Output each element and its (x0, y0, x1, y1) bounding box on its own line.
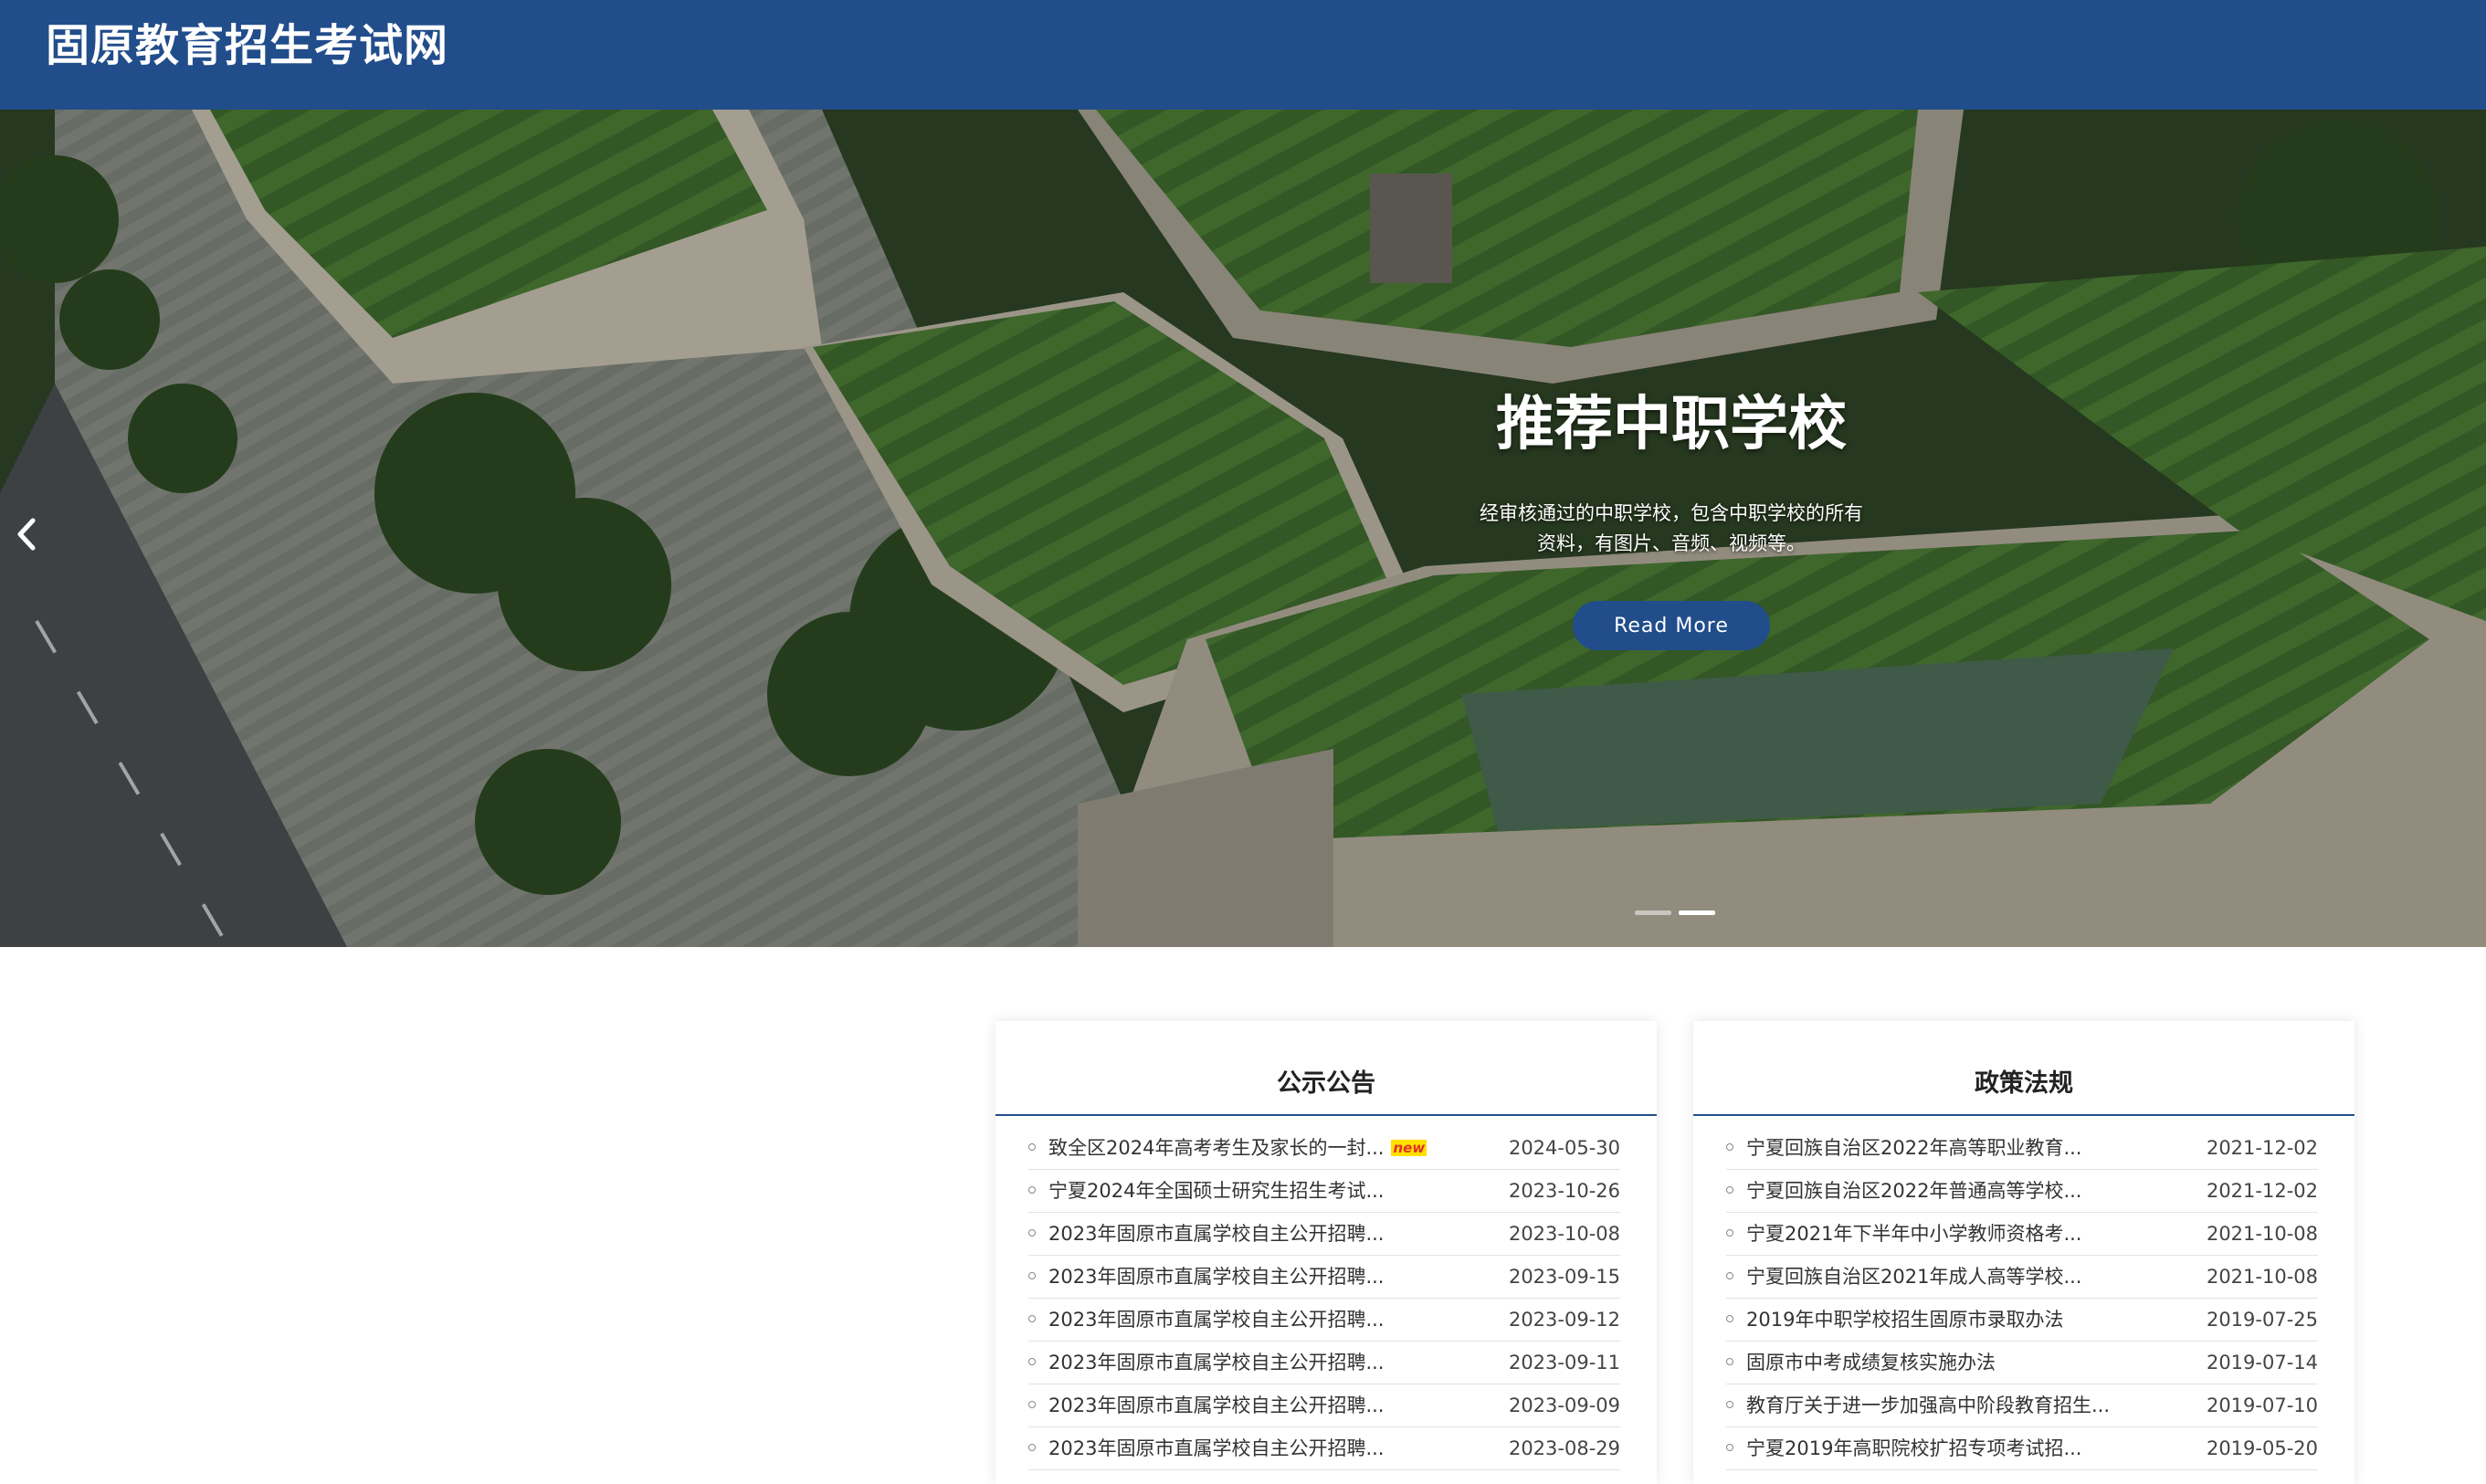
list-item[interactable]: 2019年中职学校招生固原市录取办法 2019-07-25 (1726, 1299, 2318, 1342)
policies-list: 宁夏回族自治区2022年高等职业教育... 2021-12-02 宁夏回族自治区… (1693, 1116, 2354, 1470)
policy-date: 2019-07-25 (2206, 1309, 2318, 1331)
hero-carousel: 推荐中职学校 经审核通过的中职学校，包含中职学校的所有资料，有图片、音频、视频等… (0, 110, 2486, 947)
list-item[interactable]: 宁夏2021年下半年中小学教师资格考... 2021-10-08 (1726, 1213, 2318, 1256)
new-badge: new (1391, 1140, 1427, 1156)
list-item[interactable]: 2023年固原市直属学校自主公开招聘... 2023-09-11 (1028, 1342, 1620, 1384)
hero-heading: 推荐中职学校 (1496, 391, 1847, 458)
notices-panel: 公示公告 致全区2024年高考考生及家长的一封... new 2024-05-30… (995, 1021, 1657, 1484)
bullet-circle-icon (1028, 1444, 1036, 1451)
policy-date: 2021-12-02 (2206, 1137, 2318, 1159)
policy-title[interactable]: 教育厅关于进一步加强高中阶段教育招生... (1746, 1384, 2110, 1426)
hero-description: 经审核通过的中职学校，包含中职学校的所有资料，有图片、音频、视频等。 (1480, 502, 1863, 554)
bullet-circle-icon (1028, 1358, 1036, 1365)
hero-overlay (0, 110, 2486, 947)
policy-date: 2021-10-08 (2206, 1223, 2318, 1245)
list-item[interactable]: 教育厅关于进一步加强高中阶段教育招生... 2019-07-10 (1726, 1384, 2318, 1427)
bullet-circle-icon (1726, 1401, 1733, 1408)
site-title[interactable]: 固原教育招生考试网 (46, 16, 448, 75)
notice-title[interactable]: 2023年固原市直属学校自主公开招聘... (1048, 1342, 1384, 1384)
notice-title[interactable]: 宁夏2024年全国硕士研究生招生考试... (1048, 1170, 1384, 1212)
carousel-indicator-2-active[interactable] (1679, 910, 1715, 915)
site-header: 固原教育招生考试网 (0, 0, 2486, 110)
notice-title[interactable]: 2023年固原市直属学校自主公开招聘... (1048, 1384, 1384, 1426)
list-item[interactable]: 宁夏回族自治区2021年成人高等学校... 2021-10-08 (1726, 1256, 2318, 1299)
hero-caption: 推荐中职学校 经审核通过的中职学校，包含中职学校的所有资料，有图片、音频、视频等… (1425, 384, 1918, 650)
notices-list: 致全区2024年高考考生及家长的一封... new 2024-05-30 宁夏20… (995, 1116, 1657, 1470)
chevron-left-icon (17, 518, 36, 551)
notice-date: 2023-09-15 (1508, 1266, 1620, 1288)
notice-title[interactable]: 2023年固原市直属学校自主公开招聘... (1048, 1256, 1384, 1298)
policy-date: 2019-07-14 (2206, 1352, 2318, 1373)
list-item[interactable]: 宁夏回族自治区2022年高等职业教育... 2021-12-02 (1726, 1127, 2318, 1170)
policies-panel: 政策法规 宁夏回族自治区2022年高等职业教育... 2021-12-02 宁夏… (1693, 1021, 2354, 1484)
notice-date: 2023-10-26 (1508, 1180, 1620, 1202)
read-more-button[interactable]: Read More (1573, 601, 1770, 650)
policy-title[interactable]: 宁夏回族自治区2021年成人高等学校... (1746, 1256, 2081, 1298)
list-item[interactable]: 宁夏2019年高职院校扩招专项考试招... 2019-05-20 (1726, 1427, 2318, 1470)
notice-date: 2023-10-08 (1508, 1223, 1620, 1245)
policies-panel-title[interactable]: 政策法规 (1693, 1021, 2354, 1116)
policy-date: 2019-05-20 (2206, 1437, 2318, 1459)
notice-date: 2023-09-09 (1508, 1395, 1620, 1416)
policy-title[interactable]: 2019年中职学校招生固原市录取办法 (1746, 1299, 2063, 1341)
list-item[interactable]: 2023年固原市直属学校自主公开招聘... 2023-10-08 (1028, 1213, 1620, 1256)
bullet-circle-icon (1028, 1229, 1036, 1237)
bullet-circle-icon (1028, 1143, 1036, 1151)
bullet-circle-icon (1028, 1315, 1036, 1322)
policy-date: 2021-12-02 (2206, 1180, 2318, 1202)
bullet-circle-icon (1726, 1272, 1733, 1279)
notice-date: 2023-08-29 (1508, 1437, 1620, 1459)
list-item[interactable]: 2023年固原市直属学校自主公开招聘... 2023-08-29 (1028, 1427, 1620, 1470)
list-item[interactable]: 2023年固原市直属学校自主公开招聘... 2023-09-09 (1028, 1384, 1620, 1427)
policy-title[interactable]: 宁夏2019年高职院校扩招专项考试招... (1746, 1427, 2081, 1469)
policy-title[interactable]: 宁夏2021年下半年中小学教师资格考... (1746, 1213, 2081, 1255)
notice-title[interactable]: 致全区2024年高考考生及家长的一封... new (1048, 1127, 1427, 1169)
carousel-prev-button[interactable] (7, 502, 44, 566)
policy-date: 2021-10-08 (2206, 1266, 2318, 1288)
list-item[interactable]: 固原市中考成绩复核实施办法 2019-07-14 (1726, 1342, 2318, 1384)
list-item[interactable]: 2023年固原市直属学校自主公开招聘... 2023-09-12 (1028, 1299, 1620, 1342)
notices-panel-title[interactable]: 公示公告 (995, 1021, 1657, 1116)
policy-title[interactable]: 宁夏回族自治区2022年普通高等学校... (1746, 1170, 2081, 1212)
notice-date: 2023-09-12 (1508, 1309, 1620, 1331)
notice-date: 2023-09-11 (1508, 1352, 1620, 1373)
bullet-circle-icon (1726, 1143, 1733, 1151)
list-item[interactable]: 致全区2024年高考考生及家长的一封... new 2024-05-30 (1028, 1127, 1620, 1170)
list-item[interactable]: 宁夏回族自治区2022年普通高等学校... 2021-12-02 (1726, 1170, 2318, 1213)
carousel-indicator-1[interactable] (1635, 910, 1671, 915)
policy-date: 2019-07-10 (2206, 1395, 2318, 1416)
notice-date: 2024-05-30 (1508, 1137, 1620, 1159)
notice-title[interactable]: 2023年固原市直属学校自主公开招聘... (1048, 1427, 1384, 1469)
bullet-circle-icon (1028, 1272, 1036, 1279)
bullet-circle-icon (1726, 1186, 1733, 1194)
bullet-circle-icon (1028, 1186, 1036, 1194)
notice-title[interactable]: 2023年固原市直属学校自主公开招聘... (1048, 1299, 1384, 1341)
bullet-circle-icon (1726, 1444, 1733, 1451)
list-item[interactable]: 宁夏2024年全国硕士研究生招生考试... 2023-10-26 (1028, 1170, 1620, 1213)
bullet-circle-icon (1028, 1401, 1036, 1408)
list-item[interactable]: 2023年固原市直属学校自主公开招聘... 2023-09-15 (1028, 1256, 1620, 1299)
bullet-circle-icon (1726, 1229, 1733, 1237)
bullet-circle-icon (1726, 1315, 1733, 1322)
policy-title[interactable]: 宁夏回族自治区2022年高等职业教育... (1746, 1127, 2081, 1169)
policy-title[interactable]: 固原市中考成绩复核实施办法 (1746, 1342, 1996, 1384)
notice-title[interactable]: 2023年固原市直属学校自主公开招聘... (1048, 1213, 1384, 1255)
bullet-circle-icon (1726, 1358, 1733, 1365)
